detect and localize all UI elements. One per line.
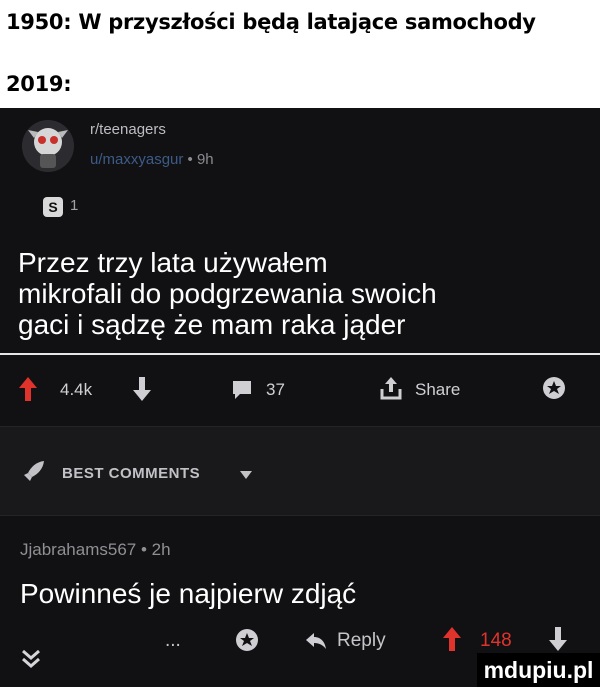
award-button-icon[interactable] <box>542 376 566 400</box>
post-actions-bar: 4.4k 37 Share <box>0 370 600 410</box>
meme-caption: 1950: W przyszłości będą latające samoch… <box>0 0 600 108</box>
comments-sort-bar[interactable]: BEST COMMENTS <box>0 426 600 516</box>
silver-award-icon: S <box>43 197 63 217</box>
comment-icon[interactable] <box>232 380 252 400</box>
comment-author[interactable]: Jjabrahams567 <box>20 540 136 559</box>
subreddit-avatar[interactable] <box>22 120 74 172</box>
post-title[interactable]: Przez trzy lata używałem mikrofali do po… <box>18 247 578 340</box>
upvote-icon[interactable] <box>18 376 38 402</box>
separator-dot: • <box>187 151 197 168</box>
collapse-icon[interactable] <box>20 648 42 670</box>
comment-age: 2h <box>151 540 171 559</box>
subreddit-name[interactable]: r/teenagers <box>90 121 166 138</box>
reply-button[interactable]: Reply <box>337 630 386 652</box>
post-age: 9h <box>196 151 214 168</box>
more-options-icon[interactable]: ... <box>165 630 181 652</box>
upvote-icon[interactable] <box>442 626 462 652</box>
downvote-icon[interactable] <box>132 376 152 402</box>
comment-author-line: Jjabrahams567 • 2h <box>20 540 171 560</box>
post-author-line: u/maxxyasgur • 9h <box>90 151 214 168</box>
chevron-down-icon[interactable] <box>240 471 252 479</box>
downvote-icon[interactable] <box>548 626 568 652</box>
upvote-count: 4.4k <box>60 380 93 399</box>
share-button[interactable]: Share <box>415 380 460 400</box>
caption-line-2019: 2019: <box>6 72 72 96</box>
post-author[interactable]: u/maxxyasgur <box>90 151 183 168</box>
rocket-icon <box>22 459 46 483</box>
share-icon[interactable] <box>380 376 402 400</box>
divider <box>0 353 600 355</box>
award-button-icon[interactable] <box>235 628 259 652</box>
sort-label[interactable]: BEST COMMENTS <box>62 465 200 482</box>
award-count: 1 <box>70 197 79 214</box>
site-watermark: mdupiu.pl <box>477 653 600 687</box>
comment-score: 148 <box>480 630 512 651</box>
caption-line-1950: 1950: W przyszłości będą latające samoch… <box>6 10 536 34</box>
separator-dot: • <box>140 540 152 559</box>
reddit-post-screenshot: r/teenagers u/maxxyasgur • 9h S 1 Przez … <box>0 108 600 687</box>
comment-count: 37 <box>266 380 285 399</box>
comment-text: Powinneś je najpierw zdjąć <box>20 578 357 609</box>
reply-icon[interactable] <box>305 632 327 650</box>
